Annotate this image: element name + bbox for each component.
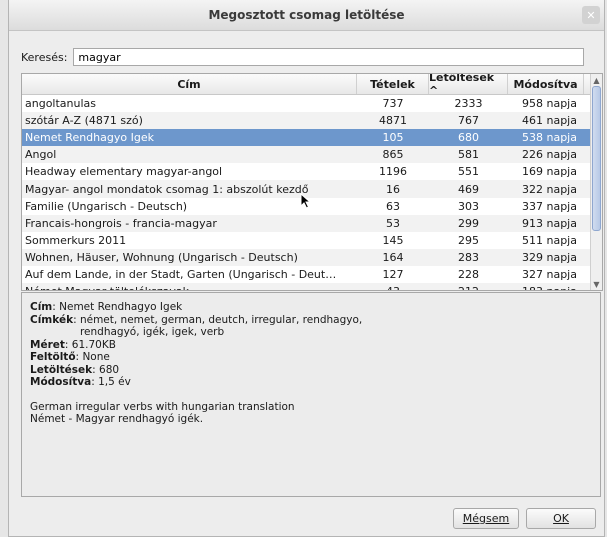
cell-title: Német Magyar töltelékszavak: [22, 285, 357, 290]
details-uploader-value: None: [82, 351, 110, 363]
chevron-down-icon[interactable]: ▼: [591, 278, 602, 290]
cell-downloads: 303: [458, 199, 479, 213]
scroll-thumb[interactable]: [592, 86, 601, 231]
cell-title: Sommerkurs 2011: [25, 233, 127, 247]
cell-downloads: 2333: [454, 97, 483, 111]
table-row[interactable]: Auf dem Lande, in der Stadt, Garten (Ung…: [22, 266, 602, 283]
details-size-label: Méret: [30, 338, 65, 351]
cell-title: Headway elementary magyar-angol: [25, 165, 223, 179]
search-input[interactable]: [73, 48, 585, 66]
cell-items: 43: [357, 285, 429, 290]
cell-modified: 511 napja: [522, 233, 577, 247]
column-header-title[interactable]: Cím: [22, 74, 357, 94]
table-row[interactable]: angoltanulas 737 2333 958 napja: [22, 95, 602, 112]
cell-modified: 337 napja: [522, 199, 577, 213]
cell-modified: 322 napja: [522, 182, 577, 196]
details-downloads-label: Letöltések: [30, 363, 93, 376]
details-size-value: 61.70KB: [71, 338, 116, 351]
cell-downloads: 295: [458, 233, 479, 247]
details-modified-label: Módosítva: [30, 376, 92, 388]
details-uploader-label: Feltöltő: [30, 351, 76, 363]
cell-downloads: 469: [458, 182, 479, 196]
details-modified-value: 1,5 év: [98, 376, 131, 388]
cell-items: 63: [386, 199, 400, 213]
cell-items: 16: [386, 182, 400, 196]
cell-modified: 226 napja: [522, 148, 577, 162]
cell-items: 145: [382, 233, 404, 247]
table-row[interactable]: Wohnen, Häuser, Wohnung (Ungarisch - Deu…: [22, 248, 602, 266]
table-row[interactable]: Familie (Ungarisch - Deutsch) 63 303 337 na…: [22, 198, 602, 215]
cell-downloads: 299: [458, 216, 479, 230]
search-label: Keresés:: [21, 50, 68, 64]
table-body: angoltanulas 737 2333 958 napja szótár A-Z (…: [22, 95, 602, 290]
cell-title: szótár A-Z (4871 szó): [25, 114, 143, 128]
close-icon: ✕: [586, 8, 596, 22]
cell-downloads: 212: [429, 285, 508, 290]
table-row-selected[interactable]: Nemet Rendhagyo Igek 105 680 538 napja: [22, 129, 602, 147]
cell-modified: 958 napja: [522, 97, 577, 111]
cell-modified: 169 napja: [522, 165, 577, 179]
deck-details-panel: Cím: Nemet Rendhagyo Igek Címkék: német,…: [21, 292, 601, 497]
cell-downloads: 767: [458, 114, 479, 128]
search-row: Keresés:: [21, 47, 585, 67]
cell-modified: 327 napja: [522, 267, 577, 281]
details-downloads-value: 680: [99, 363, 120, 376]
details-description-line2: Német - Magyar rendhagyó igék.: [30, 413, 204, 425]
deck-table: Cím Tételek Letöltések ^ Módosítva angol…: [21, 73, 603, 291]
cell-modified: 538 napja: [522, 131, 577, 145]
table-row[interactable]: Headway elementary magyar-angol 1196 551 16…: [22, 163, 602, 180]
table-row[interactable]: Sommerkurs 2011 145 295 511 napja: [22, 232, 602, 249]
ok-button[interactable]: OK: [526, 508, 596, 529]
cell-items: 865: [382, 148, 404, 162]
cell-items: 127: [382, 267, 404, 281]
cell-downloads: 228: [458, 267, 479, 281]
cell-title: Nemet Rendhagyo Igek: [25, 131, 154, 145]
title-bar: Megosztott csomag letöltése ✕: [9, 0, 604, 31]
cell-title: Wohnen, Häuser, Wohnung (Ungarisch - Deu…: [25, 250, 298, 264]
cell-downloads: 581: [458, 148, 479, 162]
column-header-modified[interactable]: Módosítva: [508, 74, 584, 94]
table-row[interactable]: Német Magyar töltelékszavak43212183 napj…: [22, 283, 602, 290]
cell-downloads: 680: [458, 131, 479, 145]
cell-items: 4871: [379, 114, 407, 128]
vertical-scrollbar[interactable]: ▲ ▼: [590, 74, 602, 290]
column-header-items[interactable]: Tételek: [357, 74, 429, 94]
column-header-downloads[interactable]: Letöltések ^: [429, 74, 508, 97]
cell-items: 53: [386, 216, 400, 230]
cell-modified: 461 napja: [522, 114, 577, 128]
cell-items: 1196: [379, 165, 407, 179]
details-tags-value: német, nemet, german, deutch, irregular,…: [79, 313, 363, 339]
cell-modified: 183 napja: [508, 285, 584, 290]
details-tags-label: Címkék: [30, 313, 74, 326]
table-row[interactable]: Francais-hongrois - francia-magyar 53 299 9…: [22, 214, 602, 232]
cell-downloads: 283: [458, 250, 479, 264]
close-button[interactable]: ✕: [582, 6, 600, 24]
mouse-pointer-icon: [300, 193, 312, 209]
table-header: Cím Tételek Letöltések ^ Módosítva: [22, 74, 602, 97]
cell-title: Angol: [25, 148, 57, 162]
cell-items: 737: [382, 97, 404, 111]
cell-title: Auf dem Lande, in der Stadt, Garten (Ung…: [25, 267, 337, 281]
window-title: Megosztott csomag letöltése: [208, 8, 405, 22]
cell-title: Francais-hongrois - francia-magyar: [25, 216, 217, 230]
cell-downloads: 551: [458, 165, 479, 179]
cancel-button[interactable]: Mégsem: [453, 508, 519, 529]
table-row[interactable]: Magyar- angol mondatok csomag 1: abszolú…: [22, 180, 602, 198]
details-description-line1: German irregular verbs with hungarian tr…: [30, 400, 295, 413]
cell-items: 164: [382, 250, 404, 264]
download-shared-deck-dialog: Megosztott csomag letöltése ✕ Keresés: C…: [8, 0, 605, 537]
cell-modified: 913 napja: [522, 216, 577, 230]
details-title-label: Cím: [30, 301, 53, 313]
table-row[interactable]: Angol 865 581 226 napja: [22, 146, 602, 164]
details-title-value: Nemet Rendhagyo Igek: [59, 301, 183, 313]
chevron-up-icon[interactable]: ▲: [591, 74, 602, 86]
cell-items: 105: [382, 131, 404, 145]
cell-title: angoltanulas: [25, 97, 97, 111]
cell-modified: 329 napja: [522, 250, 577, 264]
table-row[interactable]: szótár A-Z (4871 szó) 4871 767 461 napja: [22, 112, 602, 130]
